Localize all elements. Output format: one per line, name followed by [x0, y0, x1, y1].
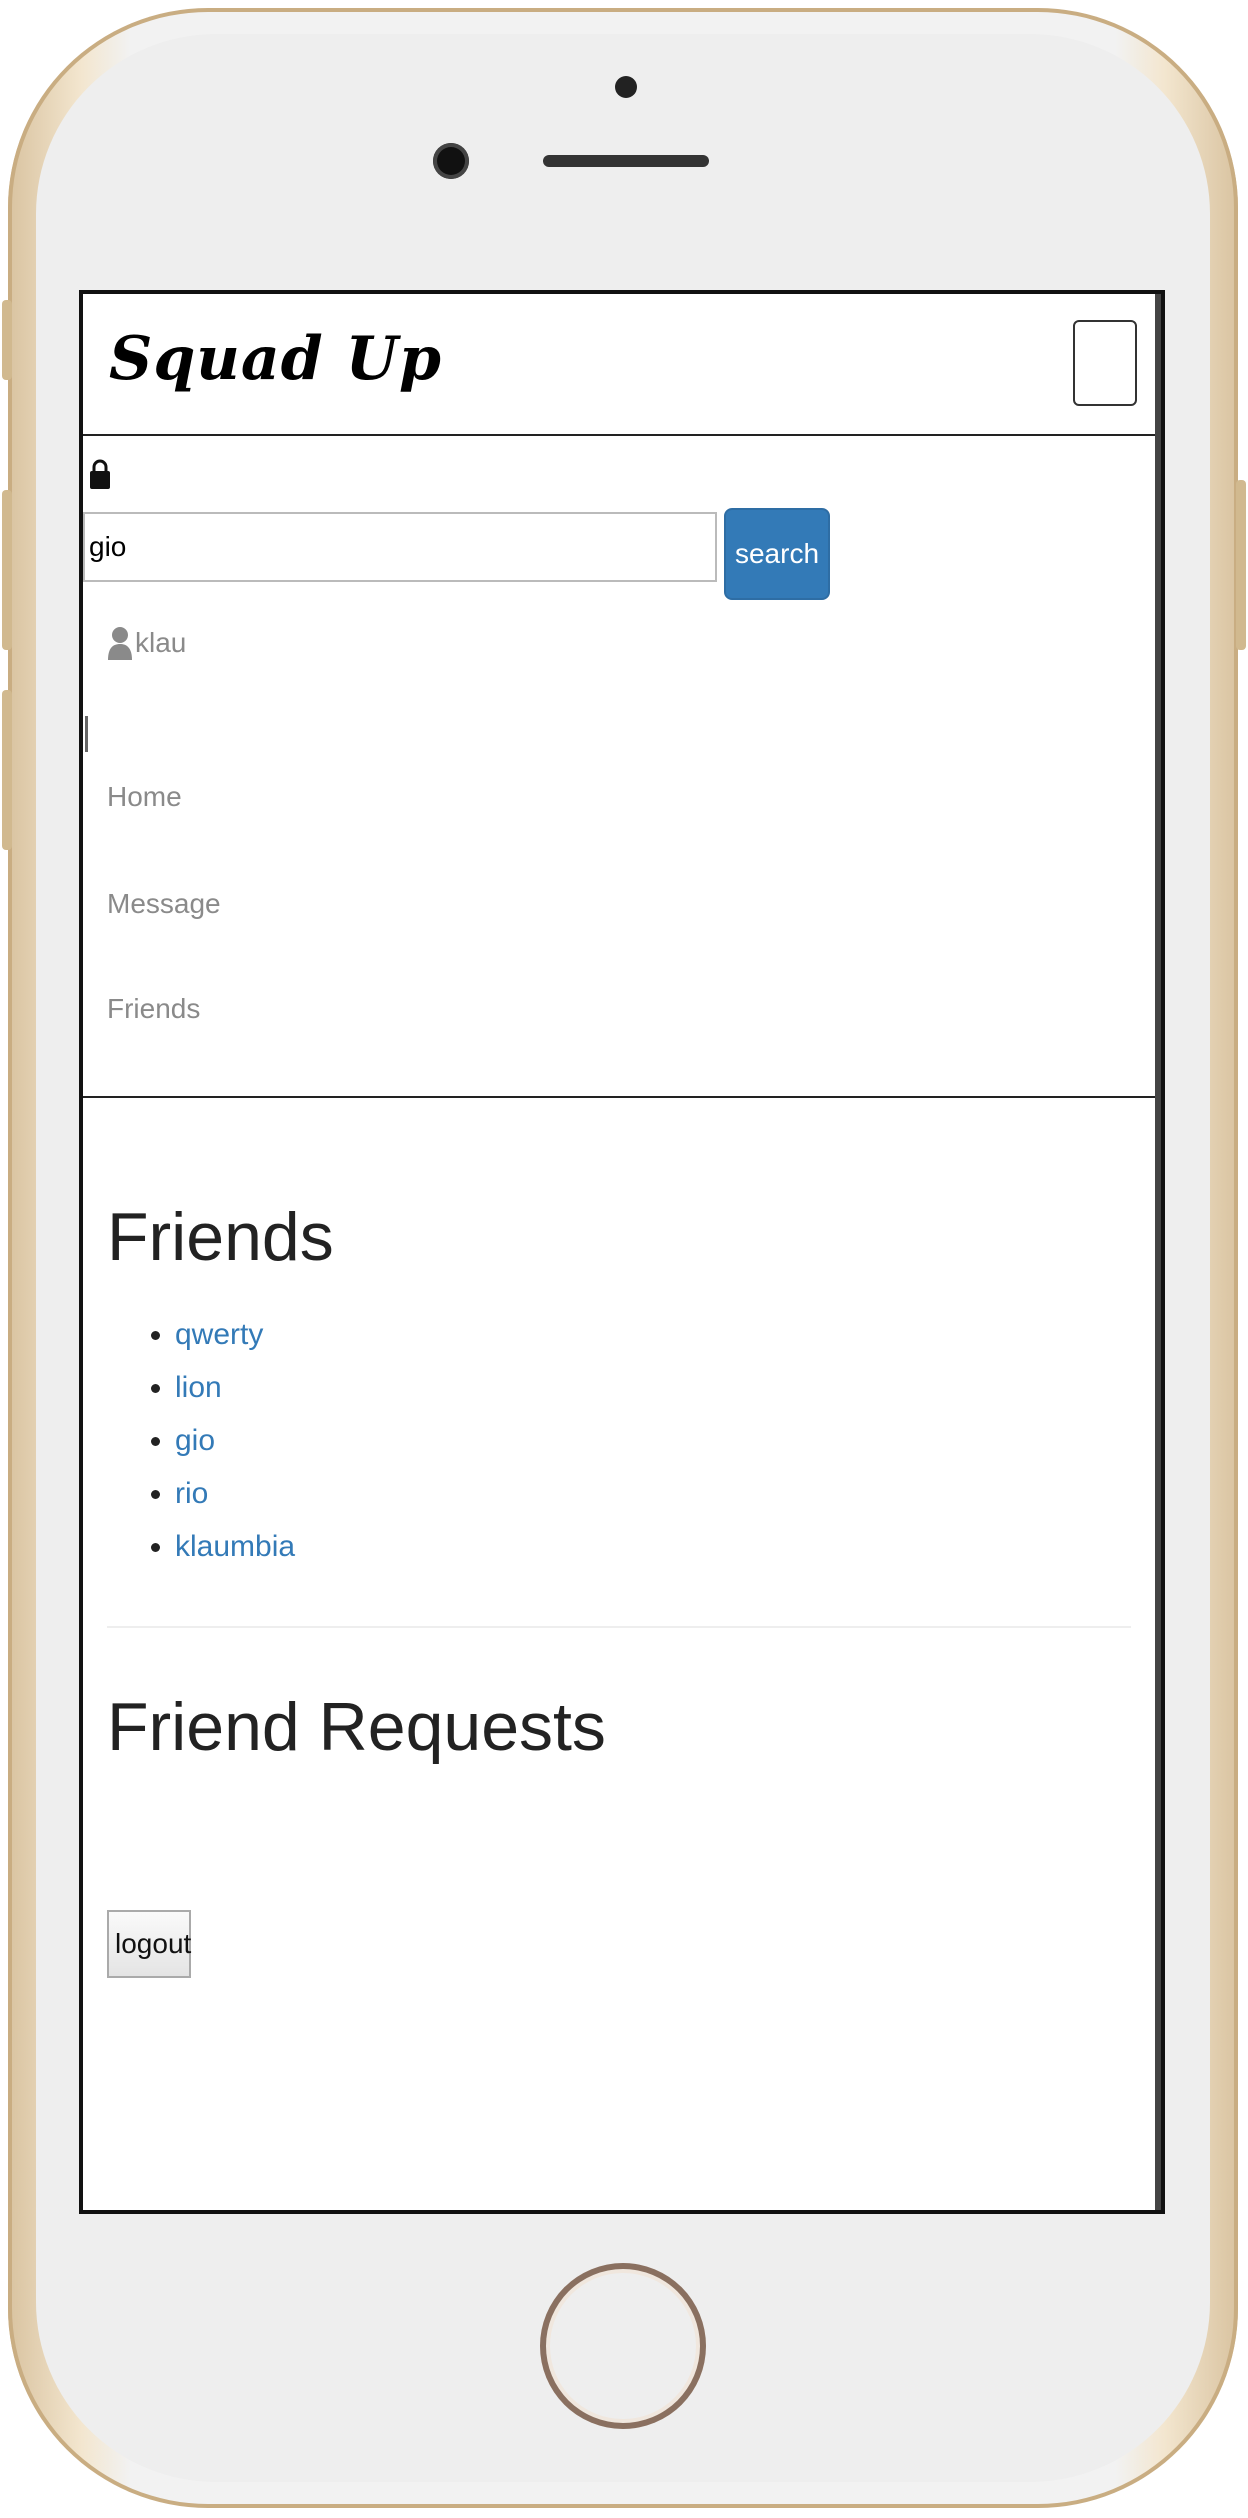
list-item: klaumbia [175, 1520, 295, 1573]
nav-home-link[interactable]: Home [107, 781, 182, 813]
user-name: klau [135, 627, 187, 658]
friend-link-klaumbia[interactable]: klaumbia [175, 1530, 295, 1563]
front-camera [433, 143, 469, 179]
phone-side-button [2, 300, 12, 380]
menu-toggle-button[interactable] [1073, 320, 1137, 406]
brand-logo[interactable]: Squad Up [109, 324, 442, 394]
section-divider [107, 1626, 1131, 1628]
user-icon [108, 627, 132, 660]
navbar: Squad Up [83, 294, 1161, 436]
nav-friends-link[interactable]: Friends [107, 993, 200, 1025]
list-item: qwerty [175, 1308, 295, 1361]
friends-list: qwerty lion gio rio klaumbia [139, 1308, 295, 1573]
list-item: rio [175, 1467, 295, 1520]
phone-power-button [1236, 480, 1246, 650]
phone-sensor [615, 76, 637, 98]
friend-link-lion[interactable]: lion [175, 1371, 222, 1404]
nav-menu: search klau Home Message Friends [83, 436, 1161, 1098]
list-item: gio [175, 1414, 295, 1467]
logout-button[interactable]: logout [107, 1910, 191, 1978]
user-profile-link[interactable]: klau [107, 626, 186, 660]
search-input[interactable] [83, 512, 717, 582]
menu-divider [85, 716, 88, 752]
app-screen: Squad Up search klau Home Message Friend… [79, 290, 1165, 2214]
nav-message-link[interactable]: Message [107, 888, 221, 920]
friend-link-gio[interactable]: gio [175, 1424, 215, 1457]
friends-heading: Friends [107, 1199, 334, 1275]
friend-requests-heading: Friend Requests [107, 1689, 606, 1765]
friend-link-rio[interactable]: rio [175, 1477, 208, 1510]
phone-volume-up [2, 490, 12, 650]
phone-volume-down [2, 690, 12, 850]
list-item: lion [175, 1361, 295, 1414]
search-button[interactable]: search [724, 508, 830, 600]
friend-link-qwerty[interactable]: qwerty [175, 1318, 263, 1351]
scrollbar[interactable] [1155, 294, 1161, 2210]
phone-speaker [543, 155, 709, 167]
lock-icon [90, 459, 110, 489]
home-button[interactable] [540, 2263, 706, 2429]
